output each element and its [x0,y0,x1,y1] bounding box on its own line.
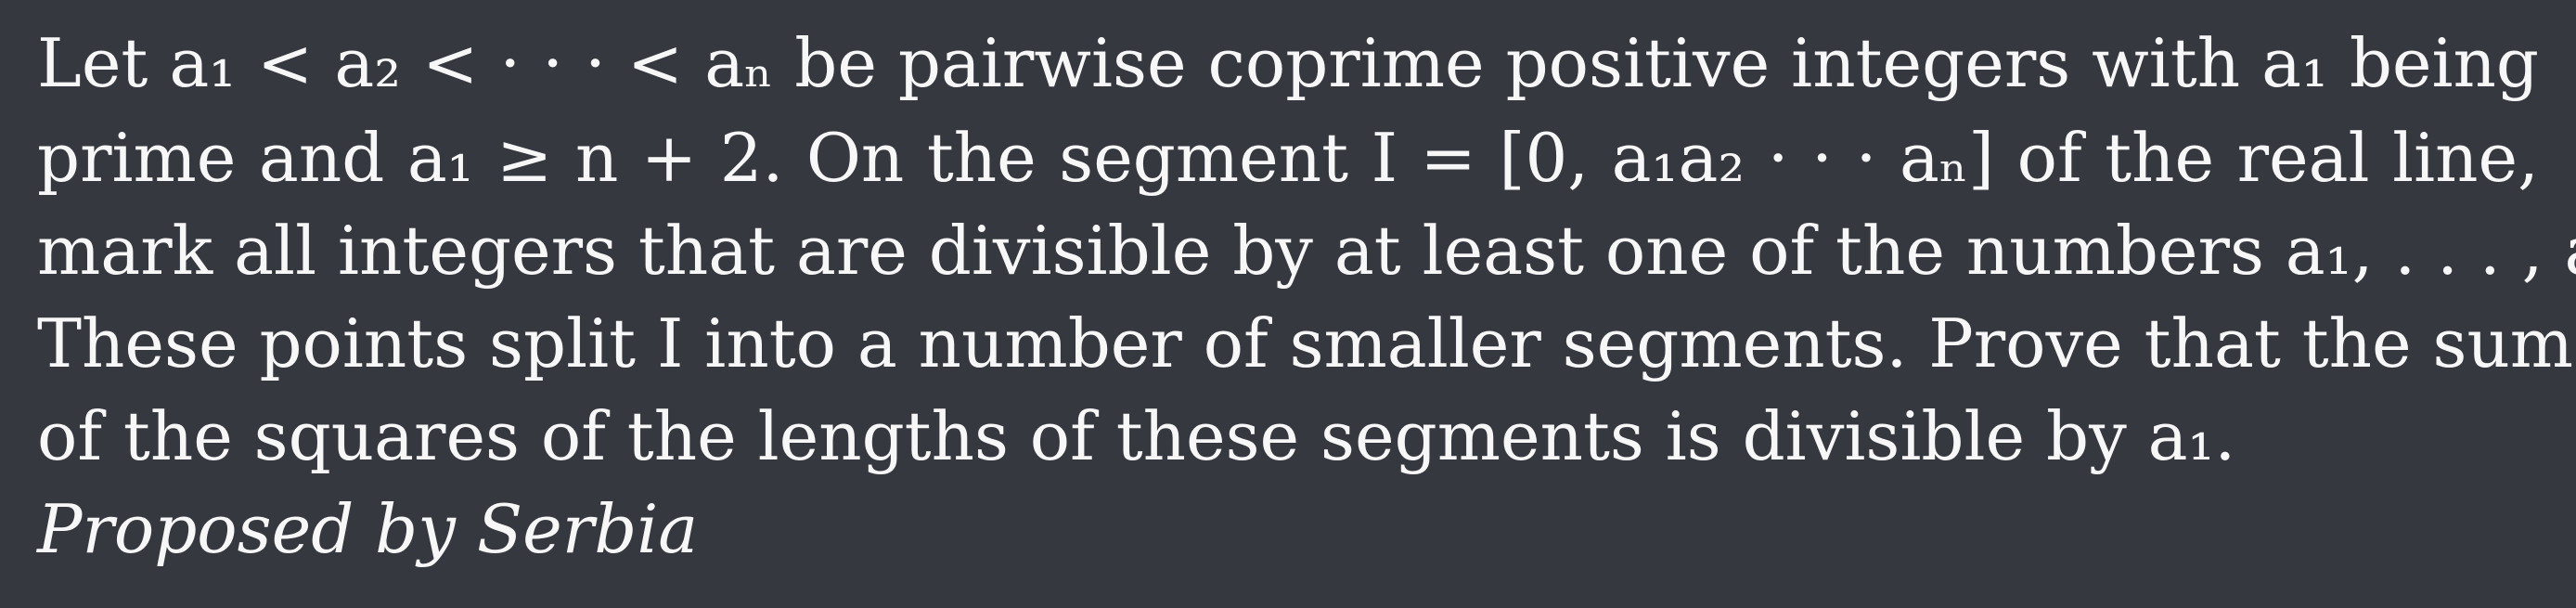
problem-line-2: prime and a₁ ≥ n + 2. On the segment I =… [37,119,2539,197]
problem-line-1: Let a₁ < a₂ < · · · < aₙ be pairwise cop… [37,24,2539,102]
problem-attribution: Proposed by Serbia [37,490,699,568]
problem-line-3: mark all integers that are divisible by … [37,212,2576,290]
problem-line-5: of the squares of the lengths of these s… [37,397,2236,475]
problem-line-4: These points split I into a number of sm… [37,304,2574,382]
problem-document: Let a₁ < a₂ < · · · < aₙ be pairwise cop… [0,0,2576,608]
